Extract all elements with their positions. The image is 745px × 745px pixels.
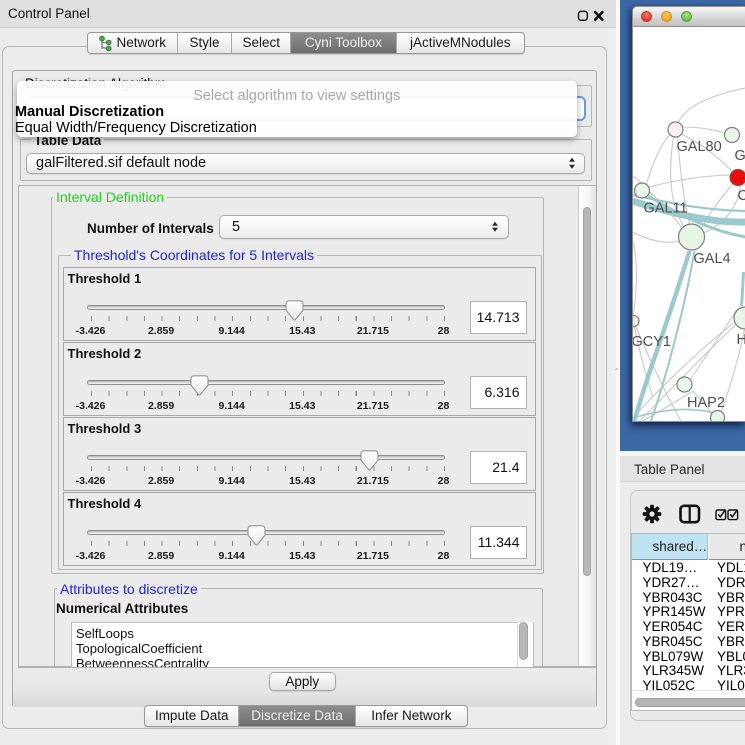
svg-text:GAL4: GAL4 [693,251,730,267]
svg-text:H: H [736,332,745,348]
svg-text:CY: CY [737,188,745,204]
svg-text:HAP2: HAP2 [687,395,725,411]
svg-text:GAL: GAL [734,148,745,164]
svg-text:GAL80: GAL80 [676,139,721,155]
svg-text:GAL11: GAL11 [643,201,687,217]
svg-text:GCY1: GCY1 [633,334,671,350]
